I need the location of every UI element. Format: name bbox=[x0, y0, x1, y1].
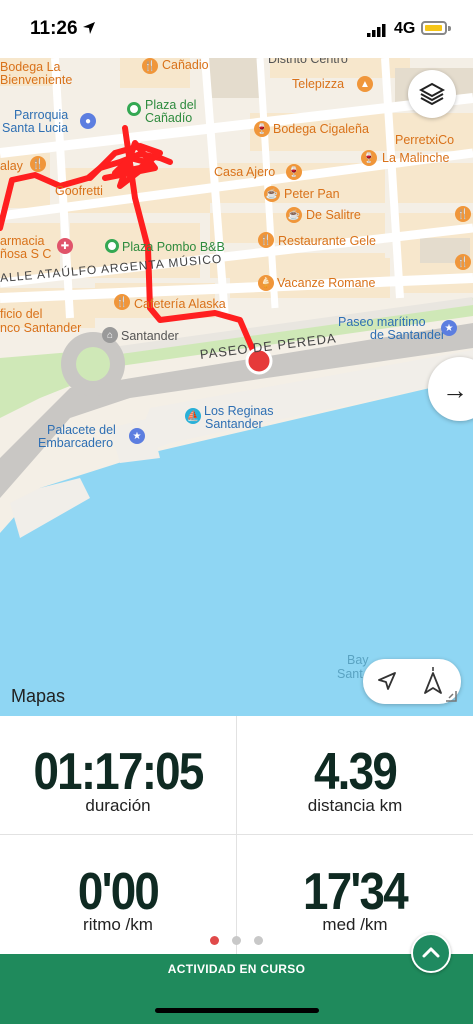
plaza-pin-icon[interactable] bbox=[127, 102, 141, 116]
map-label-palacete: Palacete del bbox=[47, 423, 116, 437]
status-bar: 11:26 4G bbox=[0, 0, 473, 58]
restaurant-icon[interactable]: 🍴 bbox=[455, 254, 471, 270]
map-label-bay-2: Sant bbox=[337, 667, 363, 681]
map-label-bodega-cigalena: Bodega Cigaleña bbox=[273, 122, 369, 136]
activity-status-label: ACTIVIDAD EN CURSO bbox=[167, 962, 306, 976]
map-label-telepizza: Telepizza bbox=[292, 77, 345, 91]
battery-icon bbox=[421, 21, 447, 35]
pizza-icon[interactable]: ▲ bbox=[357, 76, 373, 92]
map-label-plaza-del: Plaza del bbox=[145, 98, 197, 112]
battery-tip bbox=[448, 26, 451, 31]
map-label-santander: Santander bbox=[121, 329, 179, 343]
restaurant-icon[interactable]: 🍴 bbox=[455, 206, 471, 222]
avg-pace-value: 17'34 bbox=[303, 863, 409, 921]
compass-icon[interactable] bbox=[422, 665, 444, 697]
map-layers-button[interactable] bbox=[408, 70, 456, 118]
map-label-distrito: Distrito Centro bbox=[268, 58, 348, 66]
location-arrow-icon[interactable] bbox=[377, 671, 397, 691]
map-label-oficio-2: nco Santander bbox=[0, 321, 82, 335]
restaurant-icon[interactable]: 🍴 bbox=[30, 156, 46, 172]
bar-icon[interactable]: 🍷 bbox=[254, 121, 270, 137]
bank-icon[interactable]: ⌂ bbox=[102, 327, 118, 343]
location-services-icon bbox=[83, 22, 95, 34]
layers-icon bbox=[419, 82, 445, 106]
duration-label: duración bbox=[85, 796, 151, 815]
chevron-up-icon bbox=[422, 947, 440, 958]
map-label-goofretti: Goofretti bbox=[55, 184, 103, 198]
map-label-malinche: La Malinche bbox=[382, 151, 450, 165]
map-view[interactable]: Bodega La Bienveniente 🍴 Cañadio Distrit… bbox=[0, 58, 473, 716]
restaurant-icon[interactable]: 🍴 bbox=[258, 232, 274, 248]
map-label-farmacia: armacia bbox=[0, 234, 45, 248]
marina-icon[interactable]: ⛵ bbox=[185, 408, 201, 424]
cafe-icon[interactable]: ☕ bbox=[286, 207, 302, 223]
map-label-farmacia-2: ñosa S C bbox=[0, 247, 52, 261]
map-label-rest-gele: Restaurante Gele bbox=[278, 234, 376, 248]
map-label-de-salitre: De Salitre bbox=[306, 208, 361, 222]
map-label-paseo-maritimo: Paseo marítimo bbox=[338, 315, 426, 329]
legal-info-icon[interactable] bbox=[445, 690, 457, 702]
landmark-star-icon[interactable]: ★ bbox=[441, 320, 457, 336]
duration-value: 01:17:05 bbox=[33, 743, 204, 801]
pharmacy-icon[interactable]: ✚ bbox=[57, 238, 73, 254]
bar-icon[interactable]: 🍷 bbox=[361, 150, 377, 166]
map-label-bienveniente: Bienveniente bbox=[0, 73, 73, 87]
icecream-icon[interactable]: 🍦 bbox=[258, 275, 274, 291]
distance-label: distancia km bbox=[307, 796, 403, 815]
pace-label: ritmo /km bbox=[83, 915, 153, 934]
map-label-canadio-plaza: Cañadío bbox=[145, 111, 193, 125]
map-label-oficio: ficio del bbox=[0, 307, 43, 321]
page-dot-3[interactable] bbox=[254, 936, 263, 945]
home-indicator[interactable] bbox=[155, 1008, 319, 1013]
map-label-perretxico: PerretxiCo bbox=[395, 133, 455, 147]
restaurant-icon[interactable]: 🍴 bbox=[142, 58, 158, 74]
maps-attribution: Mapas bbox=[11, 686, 66, 706]
hotel-pin-icon[interactable] bbox=[105, 239, 119, 253]
map-label-reginas: Los Reginas bbox=[204, 404, 274, 418]
map-label-alay: alay bbox=[0, 159, 23, 173]
page-dot-2[interactable] bbox=[232, 936, 241, 945]
restaurant-icon[interactable]: 🍴 bbox=[114, 294, 130, 310]
arrow-right-icon: → bbox=[442, 375, 468, 405]
map-label-bay: Bay bbox=[347, 653, 369, 667]
map-label-bodega: Bodega La bbox=[0, 60, 61, 74]
map-label-canadio: Cañadio bbox=[162, 58, 209, 72]
bar-icon[interactable]: 🍷 bbox=[286, 164, 302, 180]
expand-button[interactable] bbox=[411, 933, 451, 973]
network-type: 4G bbox=[394, 20, 416, 37]
map-label-parroquia: Parroquia bbox=[14, 108, 69, 122]
map-label-alaska: Cafetería Alaska bbox=[134, 297, 226, 311]
status-time: 11:26 bbox=[30, 18, 78, 39]
landmark-star-icon[interactable]: ★ bbox=[129, 428, 145, 444]
avg-pace-label: med /km bbox=[322, 915, 388, 934]
cellular-signal-icon bbox=[367, 24, 386, 37]
distance-value: 4.39 bbox=[313, 743, 398, 801]
cafe-icon[interactable]: ☕ bbox=[264, 186, 280, 202]
page-dot-1[interactable] bbox=[210, 936, 219, 945]
map-label-reginas-2: Santander bbox=[205, 417, 263, 431]
map-label-casa-ajero: Casa Ajero bbox=[214, 165, 276, 179]
church-icon[interactable]: ● bbox=[80, 113, 96, 129]
map-label-paseo-maritimo-2: de Santander bbox=[370, 328, 446, 342]
map-label-palacete-2: Embarcadero bbox=[38, 436, 114, 450]
map-label-santa-lucia: Santa Lucia bbox=[2, 121, 69, 135]
pace-value: 0'00 bbox=[77, 863, 160, 921]
map-label-peter-pan: Peter Pan bbox=[284, 187, 340, 201]
map-label-vacanze: Vacanze Romane bbox=[277, 276, 376, 290]
